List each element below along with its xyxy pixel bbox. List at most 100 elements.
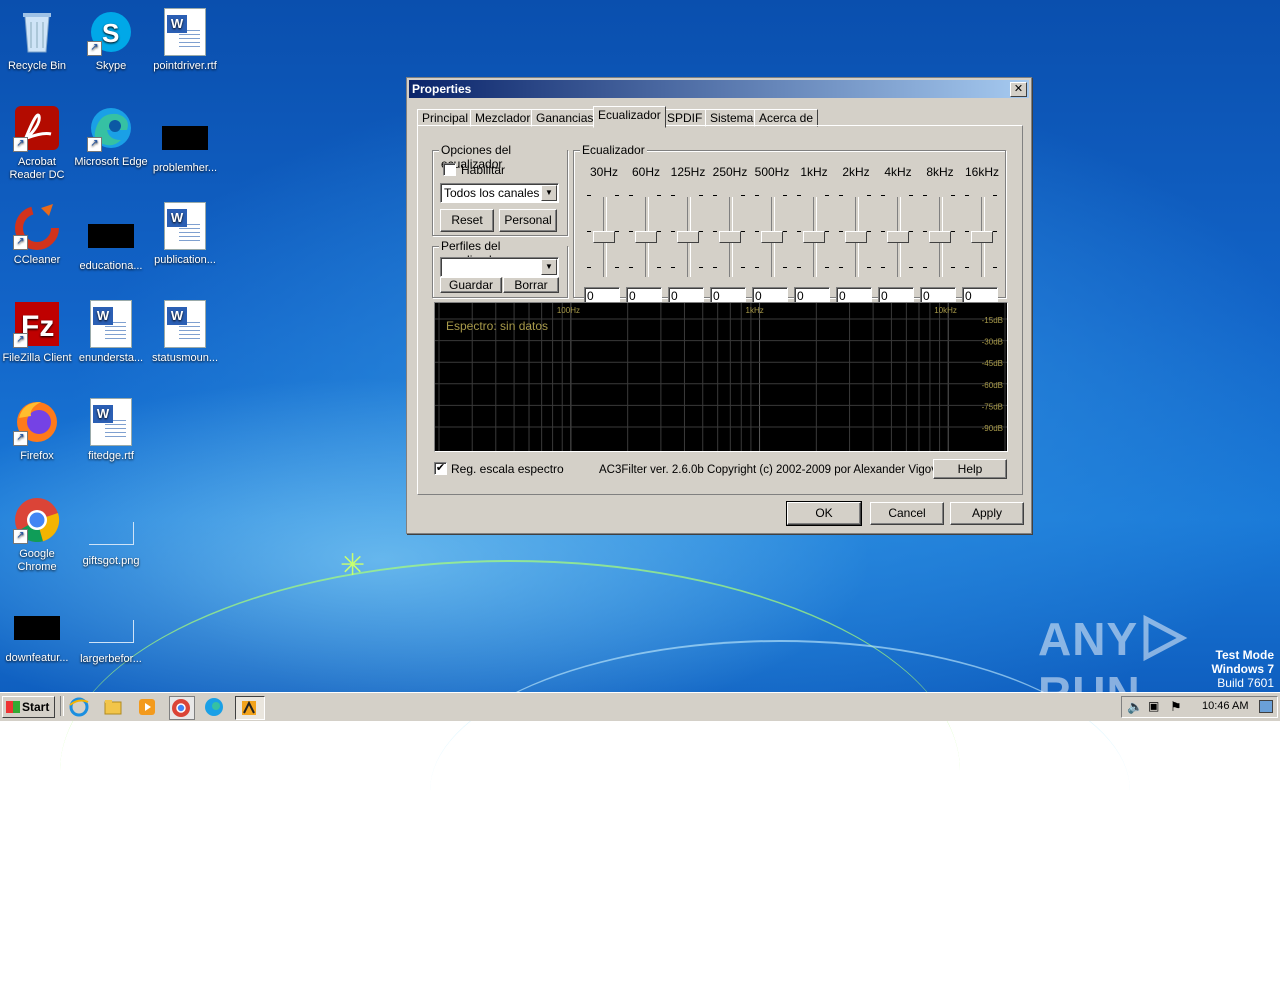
eq-band: 60Hz 0	[626, 165, 666, 305]
desktop-icon-filezilla[interactable]: Fz ↗ FileZilla Client	[0, 300, 74, 365]
eq-slider-thumb[interactable]	[803, 231, 825, 243]
eq-band-frequency: 8kHz	[926, 165, 954, 179]
apply-button[interactable]: Apply	[950, 502, 1024, 525]
eq-slider-tick	[951, 267, 955, 268]
eq-slider-thumb[interactable]	[677, 231, 699, 243]
close-button[interactable]: ✕	[1010, 82, 1027, 97]
eq-slider-tick	[993, 231, 997, 232]
word-document-icon: W	[87, 398, 135, 446]
desktop-icon-chrome[interactable]: ↗ Google Chrome	[0, 496, 74, 574]
desktop-icon-giftsgot[interactable]: giftsgot.png	[74, 508, 148, 568]
desktop-icon-acrobat[interactable]: ↗ Acrobat Reader DC	[0, 104, 74, 182]
eq-slider-tick	[839, 195, 843, 196]
reset-button[interactable]: Reset	[440, 209, 494, 232]
eq-slider-tick	[965, 231, 969, 232]
start-button[interactable]: Start	[2, 696, 55, 718]
desktop-icon-problemher[interactable]: problemher...	[148, 114, 222, 175]
eq-slider-tick	[881, 267, 885, 268]
eq-slider-tick	[797, 267, 801, 268]
eq-slider-tick	[741, 231, 745, 232]
desktop-icon-pointdriver[interactable]: W pointdriver.rtf	[148, 8, 222, 73]
eq-slider-thumb[interactable]	[635, 231, 657, 243]
ie-icon[interactable]	[68, 696, 92, 718]
word-document-icon: W	[161, 8, 209, 56]
action-center-flag-icon[interactable]: ⚑	[1170, 699, 1182, 715]
clock[interactable]: 10:46 AM	[1202, 700, 1248, 712]
desktop-icon-skype[interactable]: S ↗ Skype	[74, 8, 148, 73]
desktop-icon-recycle-bin[interactable]: Recycle Bin	[0, 8, 74, 73]
eq-slider-thumb[interactable]	[761, 231, 783, 243]
svg-text:S: S	[102, 18, 119, 48]
media-player-icon[interactable]	[136, 696, 160, 718]
ac3filter-taskbar-icon[interactable]	[235, 696, 265, 720]
eq-slider-thumb[interactable]	[845, 231, 867, 243]
borrar-button[interactable]: Borrar	[503, 277, 559, 293]
spectrum-message: Espectro: sin datos	[446, 319, 549, 333]
spectrum-freq-label: 100Hz	[557, 306, 580, 315]
desktop-icon-firefox[interactable]: ↗ Firefox	[0, 398, 74, 463]
help-button[interactable]: Help	[933, 459, 1007, 479]
ok-button[interactable]: OK	[786, 501, 862, 526]
eq-slider-tick	[671, 231, 675, 232]
desktop-icon-label: CCleaner	[13, 254, 61, 266]
eq-band-frequency: 125Hz	[670, 165, 706, 179]
system-tray: 🔈 ▣ ⚑ 10:46 AM	[1121, 696, 1278, 718]
chrome-taskbar-icon[interactable]	[169, 696, 195, 720]
show-desktop-icon[interactable]	[1259, 700, 1273, 713]
explorer-icon[interactable]	[102, 696, 126, 718]
cancel-button[interactable]: Cancel	[870, 502, 944, 525]
volume-icon[interactable]: 🔈	[1127, 699, 1143, 715]
desktop-icon-fitedge[interactable]: W fitedge.rtf	[74, 398, 148, 463]
personal-button[interactable]: Personal	[499, 209, 557, 232]
dialog-titlebar[interactable]: Properties ✕	[409, 80, 1029, 98]
eq-band-frequency: 60Hz	[631, 165, 660, 179]
desktop-icon-label: FileZilla Client	[2, 352, 72, 364]
image-thumbnail-icon	[88, 522, 134, 545]
desktop-icon-label: enundersta...	[78, 352, 144, 364]
channel-select[interactable]: Todos los canales ▼	[440, 183, 559, 203]
desktop-icon-enundersta[interactable]: W enundersta...	[74, 300, 148, 365]
eq-slider-tick	[867, 231, 871, 232]
eq-slider-tick	[629, 267, 633, 268]
edge-taskbar-icon[interactable]	[203, 696, 227, 718]
eq-slider-tick	[629, 231, 633, 232]
network-icon[interactable]: ▣	[1148, 699, 1159, 713]
chevron-down-icon[interactable]: ▼	[541, 185, 557, 201]
chevron-down-icon[interactable]: ▼	[541, 259, 557, 275]
eq-slider-tick	[923, 195, 927, 196]
eq-slider-thumb[interactable]	[719, 231, 741, 243]
desktop-icon-ccleaner[interactable]: ↗ CCleaner	[0, 202, 74, 267]
desktop-icon-largerbefor[interactable]: largerbefor...	[74, 606, 148, 666]
eq-slider-tick	[741, 267, 745, 268]
eq-slider-thumb[interactable]	[929, 231, 951, 243]
windows-build-info: Test Mode Windows 7 Build 7601	[1211, 648, 1274, 690]
shortcut-arrow-icon: ↗	[13, 529, 28, 544]
desktop-icon-downfeatur[interactable]: downfeatur...	[0, 604, 74, 665]
equalizer-legend: Ecualizador	[580, 143, 647, 157]
eq-slider-tick	[881, 195, 885, 196]
eq-slider-tick	[909, 195, 913, 196]
guardar-button[interactable]: Guardar	[440, 277, 502, 293]
recycle-bin-icon	[13, 8, 61, 56]
eq-slider-thumb[interactable]	[971, 231, 993, 243]
habilitar-checkbox[interactable]	[443, 163, 456, 176]
taskbar-divider	[60, 696, 64, 716]
profile-select[interactable]: ▼	[440, 257, 559, 277]
eq-band: 500Hz 0	[752, 165, 792, 305]
eq-band: 1kHz 0	[794, 165, 834, 305]
eq-band-frequency: 4kHz	[884, 165, 912, 179]
shortcut-arrow-icon: ↗	[87, 41, 102, 56]
desktop-icon-publication[interactable]: W publication...	[148, 202, 222, 267]
eq-slider-tick	[615, 267, 619, 268]
desktop-icon-edge[interactable]: ↗ Microsoft Edge	[74, 104, 148, 169]
tab-ecualizador[interactable]: Ecualizador	[593, 106, 666, 128]
desktop-icon-educationa[interactable]: educationa...	[74, 212, 148, 273]
log-scale-checkbox[interactable]: ✔	[434, 462, 447, 475]
eq-slider-thumb[interactable]	[593, 231, 615, 243]
desktop-icon-statusmoun[interactable]: W statusmoun...	[148, 300, 222, 365]
test-mode-label: Test Mode	[1215, 648, 1274, 662]
eq-slider-thumb[interactable]	[887, 231, 909, 243]
image-thumbnail-icon	[88, 620, 134, 643]
desktop-icon-label: educationa...	[79, 260, 143, 272]
eq-slider-tick	[699, 195, 703, 196]
